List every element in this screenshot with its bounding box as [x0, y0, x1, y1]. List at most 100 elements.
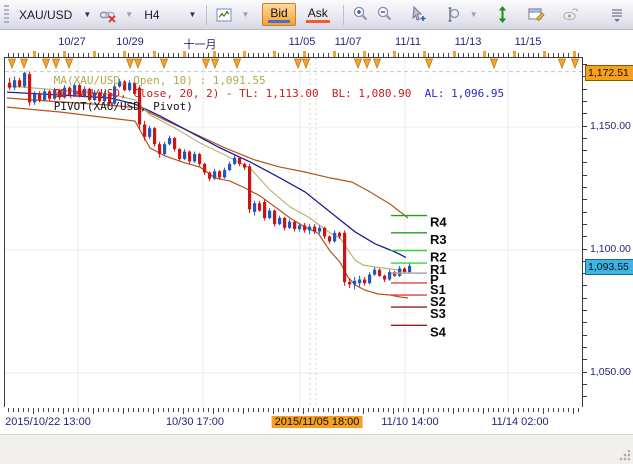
time-tick	[563, 408, 564, 412]
time-tick	[43, 408, 44, 412]
event-marker-icon	[161, 59, 168, 68]
candle-bearish	[323, 228, 326, 237]
candle-bullish	[183, 152, 186, 159]
time-tick	[23, 408, 24, 412]
time-tick	[423, 408, 424, 414]
candle-bullish	[63, 88, 66, 98]
time-tick	[68, 408, 69, 412]
time-tick	[483, 408, 484, 414]
event-marker-icon	[127, 59, 134, 68]
time-tick	[238, 408, 239, 412]
time-tick	[293, 408, 294, 412]
candle-bullish	[128, 83, 131, 90]
symbol-dropdown-arrow-icon[interactable]: ▼	[80, 8, 94, 21]
time-tick	[253, 408, 254, 412]
time-tick	[523, 408, 524, 412]
candlestick-chart[interactable]: R4R3R2R1PS1S2S3S4	[5, 58, 582, 407]
time-tick	[183, 408, 184, 414]
candle-bullish	[118, 81, 121, 86]
time-tick	[578, 408, 579, 412]
bb-upper-line	[7, 98, 408, 218]
price-tick	[583, 310, 587, 311]
candle-bearish	[8, 83, 11, 88]
symbol-combo[interactable]: XAU/USD	[15, 6, 76, 24]
time-tick	[83, 408, 84, 412]
price-tick	[583, 162, 587, 163]
candle-bullish	[298, 225, 301, 229]
chart-type-dropdown-arrow-icon[interactable]: ▼	[238, 8, 252, 21]
cursor-add-icon[interactable]	[409, 5, 429, 25]
ask-button[interactable]: Ask	[300, 3, 336, 26]
time-tick	[163, 408, 164, 412]
event-marker-icon	[212, 59, 219, 68]
zoom-out-icon[interactable]	[375, 5, 395, 25]
pivot-label-r4: R4	[430, 215, 447, 230]
time-tick	[363, 408, 364, 414]
candle-bullish	[308, 227, 311, 231]
fit-scale-icon[interactable]	[493, 5, 513, 25]
symbol-link-off-icon[interactable]	[98, 5, 118, 25]
time-tick	[128, 408, 129, 412]
time-tick	[98, 408, 99, 412]
time-tick	[383, 408, 384, 412]
candle-bearish	[153, 128, 156, 144]
price-tick	[583, 212, 587, 213]
candle-bullish	[228, 164, 231, 170]
preview-eye-icon[interactable]	[561, 5, 581, 25]
chart-properties-icon[interactable]	[527, 5, 547, 25]
more-icon[interactable]	[607, 5, 627, 25]
event-marker-icon	[572, 59, 579, 68]
time-label: 10/30 17:00	[166, 416, 224, 428]
time-tick	[93, 408, 94, 414]
candle-bearish	[283, 218, 286, 228]
time-axis-bottom[interactable]: 2015/10/22 13:0010/30 17:002015/11/05 18…	[0, 407, 633, 434]
inspect-dropdown-arrow-icon[interactable]: ▼	[467, 8, 481, 21]
pivot-label-s4: S4	[430, 324, 447, 339]
event-marker-icon	[491, 59, 498, 68]
inspect-icon[interactable]	[443, 5, 463, 25]
date-label: 11/05	[289, 36, 316, 48]
candle-bearish	[173, 138, 176, 149]
timeframe-combo[interactable]: H4	[140, 6, 163, 24]
candle-bearish	[38, 94, 41, 100]
resize-grip[interactable]	[618, 450, 630, 462]
candle-bullish	[288, 222, 291, 228]
time-tick	[193, 408, 194, 412]
time-label: 2015/10/22 13:00	[5, 416, 91, 428]
time-tick	[143, 408, 144, 412]
price-axis[interactable]: 1,172.511,150.001,100.001,093.551,050.00	[583, 57, 633, 408]
date-label: 10/29	[116, 36, 144, 48]
date-label: 十一月	[184, 36, 217, 52]
price-tick	[583, 175, 587, 176]
time-tick	[298, 408, 299, 412]
time-tick	[328, 408, 329, 412]
candle-bullish	[163, 144, 166, 154]
event-marker-icon	[374, 59, 381, 68]
time-tick	[558, 408, 559, 412]
time-tick	[158, 408, 159, 412]
candle-bearish	[403, 268, 406, 272]
chart-type-icon[interactable]	[214, 5, 234, 25]
zoom-in-icon[interactable]	[351, 5, 371, 25]
bid-button[interactable]: Bid	[262, 3, 295, 26]
ask-button-label: Ask	[308, 6, 328, 20]
toolbar-grip[interactable]	[4, 5, 9, 25]
time-tick	[108, 408, 109, 412]
candle-bearish	[293, 222, 296, 229]
time-tick	[103, 408, 104, 412]
time-tick	[153, 408, 154, 414]
time-tick	[348, 408, 349, 412]
time-tick	[343, 408, 344, 412]
candle-bearish	[158, 144, 161, 154]
candle-bullish	[373, 270, 376, 275]
price-tick	[583, 126, 587, 127]
link-dropdown-arrow-icon[interactable]: ▼	[122, 8, 136, 21]
time-tick	[13, 408, 14, 412]
timeframe-dropdown-arrow-icon[interactable]: ▼	[186, 8, 200, 21]
candle-bearish	[258, 203, 261, 210]
time-tick	[478, 408, 479, 412]
date-axis-top: 10/2710/29十一月11/0511/0711/1111/1311/15	[0, 30, 633, 58]
price-tick	[583, 285, 587, 286]
candle-bearish	[273, 211, 276, 225]
price-tick	[583, 298, 587, 299]
